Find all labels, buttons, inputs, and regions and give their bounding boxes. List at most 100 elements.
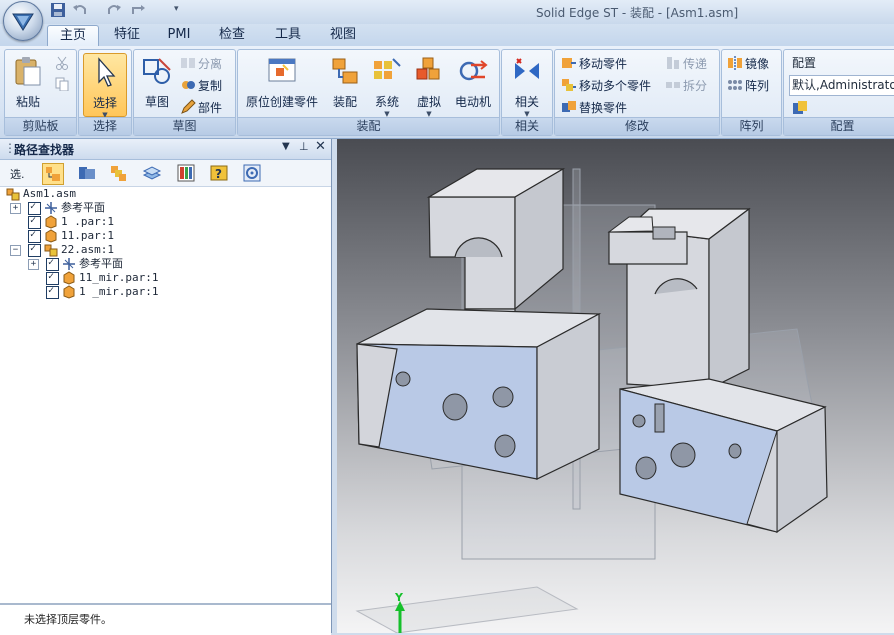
pathfinder-status-bar: 未选择顶层零件。 (0, 603, 331, 635)
parts-view-icon[interactable] (77, 163, 97, 183)
ribbon-tab-bar: 主页 特征 PMI 检查 工具 视图 (0, 24, 894, 47)
quick-access-customize-icon[interactable]: ▾ (174, 4, 192, 22)
redo-icon[interactable] (106, 2, 124, 20)
application-button[interactable] (3, 1, 43, 41)
create-in-place-button[interactable]: 原位创建零件 (241, 53, 323, 115)
tree-row[interactable]: 11.par:1 (0, 228, 331, 243)
part-icon (44, 229, 58, 243)
transfer-icon (667, 57, 679, 69)
part-icon (62, 271, 76, 285)
cut-icon[interactable] (55, 56, 69, 73)
target-settings-icon[interactable] (242, 163, 262, 183)
tree-row[interactable]: Asm1.asm (0, 187, 331, 201)
assemble-icon (332, 58, 358, 84)
pathfinder-header: ⋮ 路径查找器 ▼ ⊥ ✕ (0, 139, 331, 160)
repeat-icon[interactable] (130, 2, 148, 20)
replace-part-icon (562, 101, 576, 112)
tab-home[interactable]: 主页 (47, 25, 99, 47)
layers-icon[interactable] (142, 163, 162, 183)
tree-row[interactable]: 1 .par:1 (0, 214, 331, 229)
paste-button[interactable]: 粘贴 (8, 53, 48, 115)
y-axis-label: Y (395, 591, 403, 604)
config-select[interactable]: 默认,Administrator (789, 75, 894, 96)
transfer-button[interactable]: 传递 (665, 54, 707, 74)
visibility-checkbox[interactable] (28, 242, 41, 257)
pathfinder-title: 路径查找器 (14, 143, 75, 157)
collapse-icon[interactable]: − (10, 245, 21, 256)
group-label-relate: 相关 (502, 117, 552, 135)
group-label-config: 配置 (784, 117, 894, 135)
move-part-button[interactable]: 移动零件 (561, 54, 627, 74)
tab-pmi[interactable]: PMI (157, 25, 201, 45)
svg-text:?: ? (215, 167, 222, 181)
reference-plane-icon (44, 201, 58, 215)
group-pattern: 镜像 阵列 阵列 (721, 49, 782, 136)
create-in-place-icon (268, 58, 296, 82)
tree-row[interactable]: + 参考平面 (0, 256, 331, 271)
motor-icon (459, 60, 488, 81)
replace-part-button[interactable]: 替换零件 (561, 98, 627, 118)
tree-item-label: 22.asm:1 (61, 243, 114, 256)
tree-item-label: 1 .par:1 (61, 215, 114, 228)
sketch-button[interactable]: 草图 (137, 53, 177, 115)
assemble-button[interactable]: 装配 (327, 53, 363, 115)
copy-icon[interactable] (55, 77, 69, 94)
tab-features[interactable]: 特征 (103, 25, 151, 45)
graphics-viewport[interactable]: Y (337, 139, 894, 633)
tab-inspect[interactable]: 检查 (207, 25, 257, 45)
relate-icon (515, 58, 539, 79)
expand-icon[interactable]: + (10, 203, 21, 214)
pane-menu-icon[interactable]: ▼ (282, 141, 290, 152)
split-button[interactable]: 分离 (180, 54, 222, 74)
window-title: Solid Edge ST - 装配 - [Asm1.asm] (536, 6, 739, 20)
config-title: 配置 (792, 56, 817, 70)
paste-icon (15, 57, 41, 86)
select-button[interactable]: 选择 ▼ (83, 53, 127, 119)
assembly-view-icon[interactable] (42, 163, 64, 185)
close-icon[interactable]: ✕ (315, 139, 326, 154)
title-bar: ▾ Solid Edge ST - 装配 - [Asm1.asm] (0, 0, 894, 41)
tree-row[interactable]: + 参考平面 (0, 200, 331, 215)
group-label-modify: 修改 (555, 117, 719, 135)
save-icon[interactable] (50, 2, 68, 20)
part-button[interactable]: 部件 (180, 98, 222, 118)
group-sketch: 草图 分离 复制 部件 草图 (133, 49, 236, 136)
tree-row[interactable]: 11_mir.par:1 (0, 270, 331, 285)
visibility-checkbox[interactable] (46, 284, 59, 299)
mirror-icon (728, 56, 742, 70)
mirror-button[interactable]: 镜像 (727, 54, 769, 74)
copy-sketch-button[interactable]: 复制 (180, 76, 222, 96)
relationships-view-icon[interactable] (108, 163, 128, 183)
group-select: 选择 ▼ 选择 (78, 49, 132, 136)
tree-item-label: 11_mir.par:1 (79, 271, 159, 284)
disperse-button[interactable]: 拆分 (665, 76, 707, 96)
group-config: 配置 默认,Administrator 配置 (783, 49, 894, 136)
assembly-model (355, 167, 828, 633)
assembly-icon (44, 243, 58, 257)
group-label-clipboard: 剪贴板 (5, 117, 76, 135)
display-config-icon[interactable] (176, 163, 196, 183)
assembly-icon (6, 187, 20, 201)
tree-row[interactable]: − 22.asm:1 (0, 242, 331, 257)
system-button[interactable]: 系统 ▼ (368, 53, 406, 118)
copy-sketch-icon (182, 81, 195, 89)
group-modify: 移动零件 移动多个零件 替换零件 传递 拆分 修改 (554, 49, 720, 136)
expand-icon[interactable]: + (28, 259, 39, 270)
virtual-component-button[interactable]: 虚拟 ▼ (410, 53, 448, 118)
relate-button[interactable]: 相关 ▼ (506, 53, 548, 118)
query-icon[interactable]: ? (209, 163, 229, 183)
pin-icon[interactable]: ⊥ (299, 140, 309, 153)
tab-view[interactable]: 视图 (318, 25, 368, 45)
tab-tools[interactable]: 工具 (263, 25, 313, 45)
select-tool-label[interactable]: 选. (10, 166, 25, 182)
sketch-icon (143, 58, 171, 84)
motor-button[interactable]: 电动机 (451, 53, 495, 115)
pattern-button[interactable]: 阵列 (727, 76, 769, 96)
move-parts-button[interactable]: 移动多个零件 (561, 76, 651, 96)
group-clipboard: 粘贴 剪贴板 (4, 49, 77, 136)
tree-row[interactable]: 1 _mir.par:1 (0, 284, 331, 299)
part-pencil-icon (181, 99, 196, 114)
tree-item-label: 参考平面 (79, 257, 123, 270)
select-arrow-icon (98, 57, 116, 87)
undo-icon[interactable] (72, 2, 90, 20)
